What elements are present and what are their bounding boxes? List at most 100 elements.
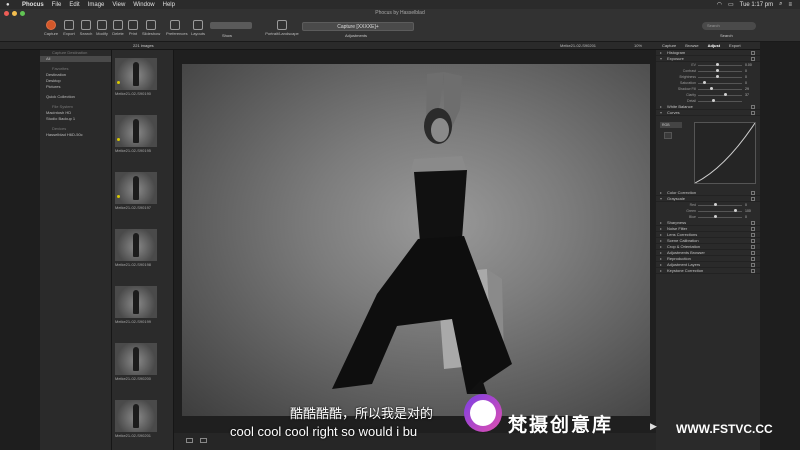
eyedropper-icon[interactable]	[664, 132, 672, 139]
tool-keystone-correction[interactable]: Keystone Correction	[656, 268, 760, 274]
preferences-button[interactable]: Preferences	[166, 20, 188, 36]
toggle-icon[interactable]	[751, 251, 755, 255]
toggle-icon[interactable]	[751, 245, 755, 249]
menubar-clock[interactable]: Tue 1:17 pm	[740, 2, 773, 8]
toggle-icon[interactable]	[751, 191, 755, 195]
toggle-icon[interactable]	[751, 51, 755, 55]
preferences-label: Preferences	[166, 31, 188, 36]
tab-capture[interactable]: Capture	[662, 42, 676, 50]
rotate-icon	[277, 20, 287, 30]
toggle-icon[interactable]	[751, 257, 755, 261]
export-button[interactable]: Export	[60, 20, 78, 36]
menu-list-icon[interactable]: ≡	[788, 2, 792, 8]
slider-handle[interactable]	[733, 209, 737, 212]
thumbnail-strip[interactable]: Meike21-02-S90190 Meike21-02-S90195 Meik…	[112, 50, 174, 450]
tab-browse[interactable]: Browse	[685, 42, 698, 50]
capture-select[interactable]: Capture [XXXXE]+	[302, 22, 414, 31]
menu-window[interactable]: Window	[133, 2, 154, 8]
toggle-icon[interactable]	[751, 239, 755, 243]
rating-dot-icon	[117, 81, 120, 84]
slider-track[interactable]	[698, 205, 742, 206]
rating-dot-icon	[117, 138, 120, 141]
sidebar-item-hasselblad[interactable]: Hasselblad H6D-50c	[40, 132, 111, 138]
sub-toolbar: 221 images Meike21-02-S90201 10% Capture…	[0, 42, 800, 50]
slider-track[interactable]	[698, 77, 742, 78]
toggle-icon[interactable]	[751, 197, 755, 201]
thumbnail-label: Meike21-02-S90195	[115, 148, 152, 153]
toggle-icon[interactable]	[751, 233, 755, 237]
apple-icon[interactable]: ●	[6, 2, 14, 8]
main-photo[interactable]	[182, 64, 650, 416]
portrait-landscape-label: Portrait/Landscape	[265, 31, 299, 36]
slider-track[interactable]	[698, 65, 742, 66]
tab-adjust[interactable]: Adjust	[708, 42, 720, 50]
menu-view[interactable]: View	[112, 2, 125, 8]
tab-export[interactable]: Export	[729, 42, 741, 50]
capture-button[interactable]: Capture	[42, 20, 60, 36]
thumbnail-image	[115, 229, 157, 261]
thumbnail[interactable]: Meike21-02-S90197	[115, 172, 157, 210]
menu-edit[interactable]: Edit	[69, 2, 79, 8]
close-button[interactable]	[4, 11, 9, 16]
slideshow-button[interactable]: Slideshow	[142, 20, 160, 36]
thumbnail[interactable]: Meike21-02-S90195	[115, 115, 157, 153]
watermark-url: WWW.FSTVC.CC	[676, 422, 773, 436]
toggle-icon[interactable]	[751, 227, 755, 231]
layouts-label: Layouts	[190, 31, 205, 36]
slider-track[interactable]	[698, 89, 742, 90]
tool-label: Noise Filter	[667, 226, 688, 231]
toggle-icon[interactable]	[751, 111, 755, 115]
tool-label: Lens Corrections	[667, 232, 698, 237]
menu-file[interactable]: File	[52, 2, 62, 8]
toggle-icon[interactable]	[751, 221, 755, 225]
print-button[interactable]: Print	[124, 20, 142, 36]
battery-icon[interactable]: ▭	[728, 1, 734, 8]
toggle-icon[interactable]	[751, 263, 755, 267]
single-view-icon[interactable]	[186, 438, 193, 443]
thumbnail[interactable]: Meike21-02-S90200	[115, 343, 157, 381]
tool-label: Color Correction	[667, 190, 697, 195]
menu-image[interactable]: Image	[88, 2, 105, 8]
tool-label: Curves	[667, 110, 680, 115]
zoom-button[interactable]	[20, 11, 25, 16]
toggle-icon[interactable]	[751, 269, 755, 273]
slider-handle[interactable]	[709, 87, 713, 90]
slider-track[interactable]	[698, 101, 742, 102]
menu-help[interactable]: Help	[163, 2, 175, 8]
print-label: Print	[128, 31, 138, 36]
spotlight-icon[interactable]: ⌕	[779, 1, 782, 8]
modify-icon	[97, 20, 107, 30]
menu-app-name[interactable]: Phocus	[22, 2, 44, 8]
thumbnail-image	[115, 115, 157, 147]
curve-channel-select[interactable]: RGB	[660, 122, 682, 128]
wifi-icon[interactable]: ◠	[717, 1, 722, 8]
minimize-button[interactable]	[12, 11, 17, 16]
main-toolbar: Capture Export Search Modify Delete Prin…	[0, 18, 800, 42]
slider-track[interactable]	[698, 95, 742, 96]
layouts-button[interactable]: Layouts	[189, 20, 207, 36]
tool-label: Keystone Correction	[667, 268, 704, 273]
image-viewer[interactable]	[174, 50, 656, 433]
toggle-icon[interactable]	[751, 105, 755, 109]
curve-graph[interactable]	[694, 122, 756, 184]
slider-handle[interactable]	[711, 99, 715, 102]
thumbnail-label: Meike21-02-S90198	[115, 262, 152, 267]
show-selector[interactable]	[210, 22, 252, 29]
slider-track[interactable]	[698, 71, 742, 72]
slider-track[interactable]	[698, 217, 742, 218]
curves-editor: RGB	[656, 116, 760, 190]
thumbnail-image	[115, 400, 157, 432]
toggle-icon[interactable]	[751, 57, 755, 61]
thumbnail[interactable]: Meike21-02-S90199	[115, 286, 157, 324]
thumbnail[interactable]: Meike21-02-S90190	[115, 58, 157, 96]
compare-view-icon[interactable]	[200, 438, 207, 443]
thumbnail[interactable]: Meike21-02-S90198	[115, 229, 157, 267]
export-icon	[64, 20, 74, 30]
search-input[interactable]: Search	[702, 22, 756, 30]
slider-handle[interactable]	[723, 93, 727, 96]
portrait-landscape-button[interactable]: Portrait/Landscape	[262, 20, 302, 36]
thumbnail[interactable]: Meike21-02-S90201	[115, 400, 157, 438]
zoom-level[interactable]: 10%	[634, 42, 642, 50]
tool-label: Grayscale	[667, 196, 686, 201]
tool-label: Adjustments Browser	[667, 250, 705, 255]
